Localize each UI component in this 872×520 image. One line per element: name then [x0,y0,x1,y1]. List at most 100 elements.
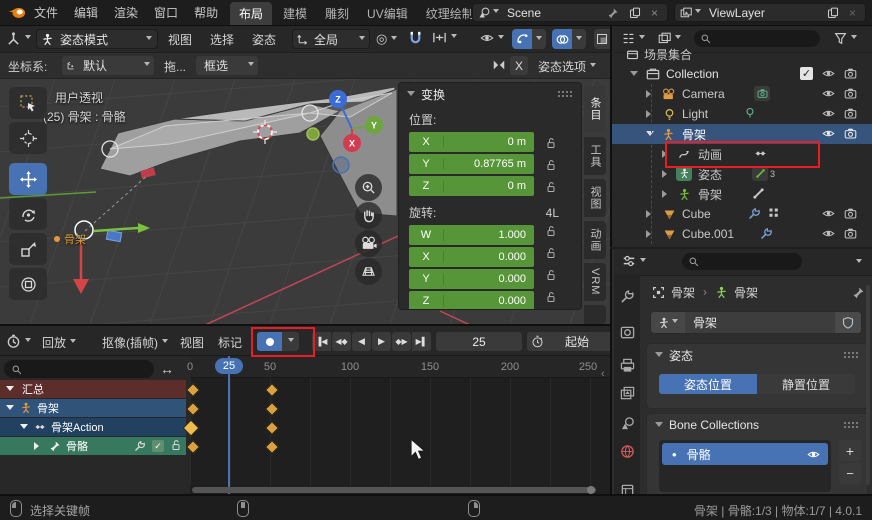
menu-playback[interactable]: 回放 [42,334,76,351]
menu-file[interactable]: 文件 [34,4,58,21]
orientation-default-dropdown[interactable]: 默认 [62,56,154,75]
lock-icon[interactable] [545,179,557,193]
add-collection-button[interactable]: + [839,440,861,461]
tab-render[interactable] [615,319,639,345]
snap-magnet-icon[interactable] [408,30,423,48]
tab-output[interactable] [615,352,639,378]
remove-collection-button[interactable]: − [839,463,861,484]
properties-search-input[interactable] [682,253,802,270]
pin-id-icon[interactable] [852,285,865,299]
location-x-field[interactable]: X0 m [409,132,534,152]
modifier-wrench-icon[interactable] [748,207,761,220]
channel-summary[interactable]: 汇总 [0,380,186,398]
rotation-x-field[interactable]: X0.000 [409,247,534,267]
rotation-z-field[interactable]: Z0.000 [409,291,534,310]
sidebar-tab-partial[interactable] [584,305,606,324]
wrench-icon[interactable] [134,440,146,452]
tab-view-layer[interactable] [615,380,639,406]
panel-collapse-icon[interactable] [655,352,663,361]
next-keyframe-button[interactable]: ◆▶ [392,332,411,351]
location-y-field[interactable]: Y0.87765 m [409,154,534,174]
tab-tool[interactable] [615,283,639,309]
timeline-ruler[interactable] [190,356,610,378]
rest-position-button[interactable]: 静置位置 [757,374,855,394]
play-reverse-button[interactable]: ◀ [352,332,371,351]
tab-world[interactable] [615,438,639,464]
jump-to-start-button[interactable]: ▐◀ [312,332,331,351]
shield-icon[interactable] [835,312,861,333]
drag-mode-dropdown[interactable]: 框选 [196,56,258,75]
eye-icon[interactable] [822,207,835,220]
rotation-w-field[interactable]: W1.000 [409,225,534,245]
sidebar-tab-animation[interactable]: 动画 [584,221,606,259]
channel-action[interactable]: 骨架Action [0,418,186,436]
checkbox-icon[interactable]: ✓ [152,440,164,452]
menu-pose[interactable]: 姿态 [252,31,276,48]
camera-restrict-icon[interactable] [844,87,857,100]
lock-icon[interactable] [545,135,557,149]
menu-keying[interactable]: 抠像(插帧) [102,334,168,351]
viewport-3d[interactable]: Z Y X 用户透视 (25) 骨架 : 骨骼 骨架 [0,79,610,324]
menu-select[interactable]: 选择 [210,31,234,48]
blender-logo-icon[interactable] [8,4,26,23]
play-button[interactable]: ▶ [372,332,391,351]
jump-to-end-button[interactable]: ▶▌ [412,332,431,351]
perspective-toggle-button[interactable] [355,258,382,285]
region-collapse-icon[interactable]: ‹ [601,368,605,380]
checkbox-icon[interactable]: ✓ [800,67,813,80]
location-z-field[interactable]: Z0 m [409,176,534,196]
tool-transform[interactable] [9,268,47,300]
keyframe-diamond[interactable] [265,383,279,397]
mirror-x-toggle[interactable]: X [510,56,528,75]
prev-keyframe-button[interactable]: ◀◆ [332,332,351,351]
tool-select-box[interactable] [9,87,47,119]
camera-view-button[interactable] [355,230,382,257]
workspace-tab-modeling[interactable]: 建模 [276,2,314,25]
eye-icon[interactable] [807,447,820,461]
visibility-dropdown[interactable] [480,31,504,45]
tool-move[interactable] [9,163,47,195]
menu-help[interactable]: 帮助 [194,4,218,21]
lock-icon[interactable] [545,223,557,237]
sidebar-tab-vrm[interactable]: VRM [584,263,606,301]
panel-collapse-icon[interactable] [655,422,663,431]
outliner-row-scene-collection[interactable]: 场景集合 [626,44,872,64]
tool-rotate[interactable] [9,198,47,230]
overlays-toggle[interactable] [552,29,586,49]
auto-key-record-button[interactable] [257,332,299,351]
pan-hand-button[interactable] [355,202,382,229]
menu-window[interactable]: 窗口 [154,4,178,21]
breadcrumb-object[interactable]: 骨架 [671,284,695,301]
sidebar-tab-tool[interactable]: 工具 [584,137,606,175]
eye-icon[interactable] [822,227,835,240]
orientation-dropdown[interactable]: 全局 [292,29,370,49]
panel-grip[interactable] [843,351,859,359]
armature-id-field[interactable]: 骨架 [650,311,862,334]
tool-cursor[interactable] [9,122,47,154]
unlink-scene-icon[interactable]: × [651,6,658,20]
properties-options-caret[interactable] [856,259,862,266]
menu-markers[interactable]: 标记 [218,334,242,351]
start-frame-field[interactable]: 起始 [527,332,610,351]
modifier-wrench-icon[interactable] [760,227,773,240]
scene-selector[interactable]: Scene × [472,3,668,22]
rotation-y-field[interactable]: Y0.000 [409,269,534,289]
filter-toggle-icon[interactable]: ↔ [160,361,174,377]
channel-bone[interactable]: 骨骼 ✓ [0,437,186,455]
lock-icon[interactable] [545,267,557,281]
camera-restrict-icon[interactable] [844,67,857,80]
camera-restrict-icon[interactable] [844,227,857,240]
menu-view-timeline[interactable]: 视图 [180,334,204,351]
zoom-button[interactable] [355,174,382,201]
panel-grip[interactable] [843,421,859,429]
new-viewlayer-icon[interactable] [827,7,839,19]
remove-viewlayer-icon[interactable]: × [849,6,856,20]
eye-icon[interactable] [822,107,835,120]
current-frame-field[interactable]: 25 [436,332,522,351]
channel-armature[interactable]: 骨架 [0,399,186,417]
sidebar-tab-view[interactable]: 视图 [584,179,606,217]
properties-editor-type-button[interactable] [622,254,646,268]
camera-restrict-icon[interactable] [844,107,857,120]
editor-type-button[interactable] [6,31,31,46]
eye-icon[interactable] [822,127,835,140]
